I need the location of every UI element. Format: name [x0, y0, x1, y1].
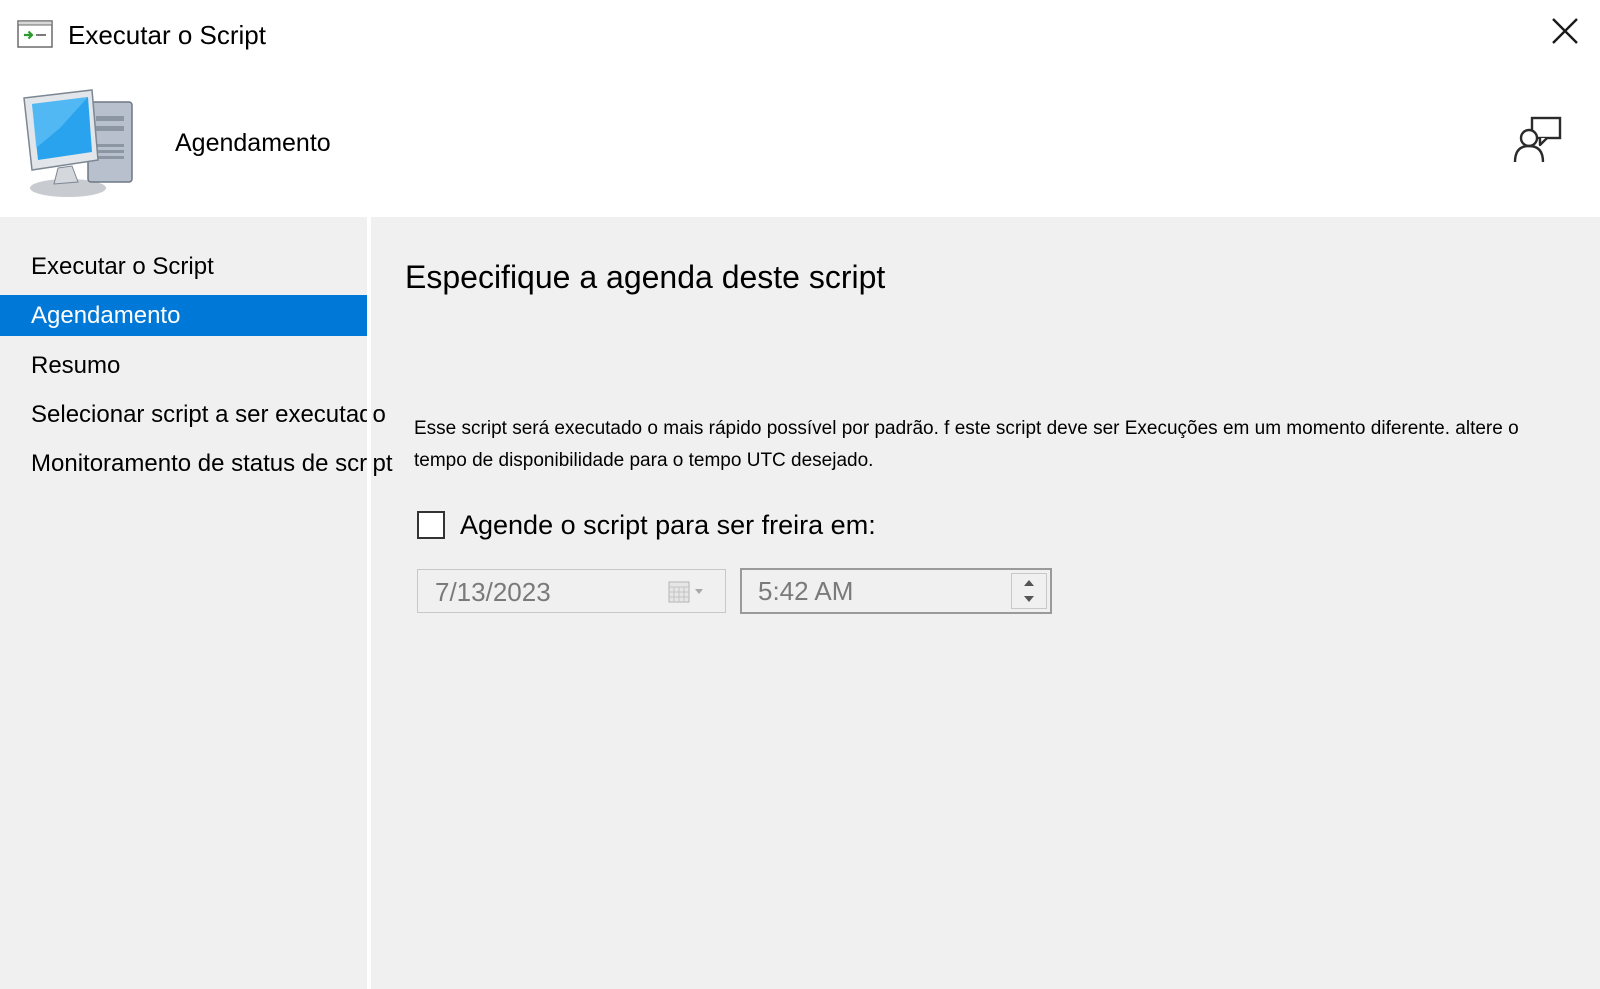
feedback-icon[interactable]: [1512, 114, 1564, 166]
window-title: Executar o Script: [68, 20, 266, 50]
time-picker[interactable]: 5:42 AM: [740, 568, 1052, 614]
main-panel: Especifique a agenda deste script Esse s…: [371, 217, 1600, 989]
script-run-icon: [17, 20, 53, 48]
sidebar-item-selecionar-script[interactable]: Selecionar script a ser executado: [0, 394, 386, 435]
sidebar-item-monitoramento[interactable]: Monitoramento de status de script: [0, 443, 393, 484]
title-bar: Executar o Script: [0, 0, 1600, 72]
wizard-navigation: Executar o Script Agendamento Resumo Sel…: [0, 217, 393, 989]
spin-down-icon[interactable]: [1012, 591, 1046, 608]
spinner-icon[interactable]: [1011, 573, 1047, 609]
time-value: 5:42 AM: [758, 576, 854, 606]
calendar-dropdown-icon[interactable]: [668, 580, 718, 604]
computer-icon: [20, 88, 138, 200]
date-picker[interactable]: 7/13/2023: [417, 569, 726, 613]
wizard-header: Agendamento: [0, 72, 1600, 217]
spin-up-icon[interactable]: [1012, 574, 1046, 591]
schedule-checkbox[interactable]: [417, 511, 445, 539]
close-icon[interactable]: [1548, 14, 1582, 48]
schedule-description: Esse script será executado o mais rápido…: [414, 418, 1519, 471]
sidebar-item-resumo[interactable]: Resumo: [0, 345, 367, 386]
sidebar-item-executar-o-script[interactable]: Executar o Script: [0, 246, 367, 287]
sidebar-item-agendamento[interactable]: Agendamento: [0, 295, 367, 336]
page-title: Agendamento: [175, 129, 331, 157]
date-value: 7/13/2023: [435, 577, 551, 607]
section-heading: Especifique a agenda deste script: [405, 259, 886, 295]
schedule-checkbox-label[interactable]: Agende o script para ser freira em:: [460, 508, 876, 542]
